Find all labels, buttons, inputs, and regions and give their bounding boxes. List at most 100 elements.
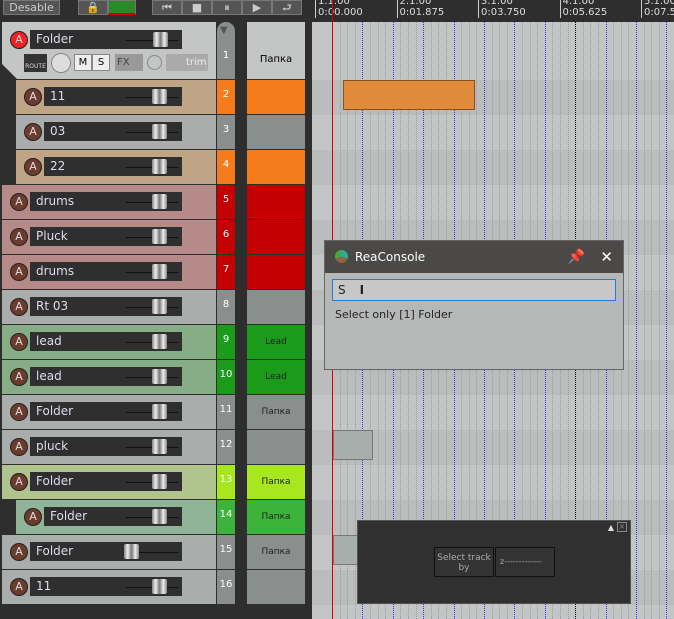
timeline-ruler[interactable]: 1.1.00 0:00.000 2.1.00 0:01.875 3.1.00 0:03.7… (312, 0, 674, 22)
track-lane[interactable] (312, 150, 674, 185)
track-number: 13 (217, 465, 235, 499)
record-arm-button[interactable]: A (10, 403, 28, 421)
track-10[interactable]: A lead 10 Lead (0, 360, 305, 395)
track-number: 5 (217, 185, 235, 219)
ruler-marker: 2.1.00 0:01.875 (396, 0, 445, 18)
time-label: 0:05.625 (562, 7, 608, 18)
track-icon: Папка (247, 395, 305, 429)
track-lane[interactable] (312, 395, 674, 430)
track-15[interactable]: A Folder 15 Папка (0, 535, 305, 570)
track-lane[interactable] (312, 115, 674, 150)
record-arm-button[interactable]: A (10, 193, 28, 211)
track-4[interactable]: A 22 4 (0, 150, 305, 185)
record-arm-button[interactable]: A (10, 473, 28, 491)
track-icon (247, 570, 305, 604)
volume-fader[interactable] (152, 334, 167, 349)
track-icon: Папка (247, 500, 305, 534)
track-number: 12 (217, 430, 235, 464)
command-input[interactable]: SI (332, 279, 616, 301)
record-arm-button[interactable]: A (10, 543, 28, 561)
close-icon[interactable]: ✕ (600, 241, 613, 273)
pin-icon[interactable]: 📌 (568, 241, 585, 273)
grid-line (658, 22, 660, 619)
track-13[interactable]: A Folder 13 Папка (0, 465, 305, 500)
desable-button[interactable]: Desable (3, 0, 60, 15)
volume-fader[interactable] (152, 369, 167, 384)
track-11[interactable]: A Folder 11 Папка (0, 395, 305, 430)
record-arm-button[interactable]: A (10, 438, 28, 456)
route-button[interactable]: ROUTE (24, 54, 47, 72)
record-arm-button[interactable]: A (10, 333, 28, 351)
volume-fader[interactable] (152, 159, 167, 174)
command-input-value: S (338, 283, 346, 297)
volume-fader[interactable] (153, 32, 168, 47)
track-14[interactable]: A Folder 14 Папка (0, 500, 305, 535)
volume-fader[interactable] (152, 264, 167, 279)
reaconsole-titlebar[interactable]: ReaConsole 📌 ✕ (325, 241, 623, 273)
track-number: 14 (217, 500, 235, 534)
solo-button[interactable]: S (92, 54, 110, 71)
close-icon[interactable]: × (617, 522, 627, 532)
record-arm-button[interactable]: A (24, 158, 42, 176)
fx-button[interactable]: FX (115, 54, 143, 71)
pause-icon[interactable]: ⏸ (212, 0, 242, 15)
pin-icon[interactable]: ▲ (608, 523, 614, 532)
lock-icon[interactable]: 🔒 (78, 0, 108, 15)
track-number: 9 (217, 325, 235, 359)
go-start-icon[interactable]: ⏮ (152, 0, 182, 15)
volume-fader[interactable] (124, 544, 139, 559)
reaconsole-window: ReaConsole 📌 ✕ SI Select only [1] Folder (324, 240, 624, 370)
track-number: 11 (217, 395, 235, 429)
pan-knob[interactable] (51, 53, 71, 73)
volume-fader[interactable] (152, 404, 167, 419)
track-7[interactable]: A drums 7 (0, 255, 305, 290)
record-arm-button[interactable]: A (10, 228, 28, 246)
record-arm-button[interactable]: A (10, 368, 28, 386)
volume-fader[interactable] (152, 439, 167, 454)
time-label: 0:01.875 (399, 7, 445, 18)
record-arm-button[interactable]: A (10, 578, 28, 596)
volume-fader[interactable] (152, 89, 167, 104)
volume-fader[interactable] (152, 579, 167, 594)
track-5[interactable]: A drums 5 (0, 185, 305, 220)
repeat-icon[interactable]: ⮐ (272, 0, 302, 15)
stop-icon[interactable]: ■ (182, 0, 212, 15)
track-2[interactable]: A 11 2 (0, 80, 305, 115)
bar-label: 5.1.00 (644, 0, 674, 7)
track-8[interactable]: A Rt 03 8 (0, 290, 305, 325)
track-lane[interactable] (312, 185, 674, 220)
phase-icon[interactable] (147, 55, 162, 70)
record-arm-button[interactable]: A (10, 263, 28, 281)
record-arm-button[interactable]: A (24, 508, 42, 526)
criteria-field[interactable]: z------------- (495, 547, 555, 577)
track-icon: Lead (247, 360, 305, 394)
text-cursor-icon: I (359, 283, 365, 297)
record-arm-button[interactable]: A (10, 31, 28, 49)
track-9[interactable]: A lead 9 Lead (0, 325, 305, 360)
volume-fader[interactable] (152, 124, 167, 139)
volume-fader[interactable] (152, 229, 167, 244)
play-icon[interactable]: ▶ (242, 0, 272, 15)
track-16[interactable]: A 11 16 (0, 570, 305, 605)
track-1-folder[interactable]: A Folder ROUTE M S FX trim 1 ▼ Папка (0, 22, 305, 80)
track-lane[interactable] (312, 465, 674, 500)
time-label: 0:07.500 (644, 7, 674, 18)
folder-collapse-icon[interactable]: ▼ (220, 25, 228, 36)
trim-button[interactable]: trim (166, 54, 208, 71)
record-arm-button[interactable]: A (10, 298, 28, 316)
track-icon (247, 185, 305, 219)
track-12[interactable]: A pluck 12 (0, 430, 305, 465)
media-item[interactable] (333, 430, 373, 460)
volume-fader[interactable] (152, 509, 167, 524)
mute-button[interactable]: M (74, 54, 92, 71)
snap-icon[interactable] (108, 0, 136, 15)
record-arm-button[interactable]: A (24, 123, 42, 141)
select-track-by-button[interactable]: Select track by (434, 547, 494, 577)
volume-fader[interactable] (152, 474, 167, 489)
record-arm-button[interactable]: A (24, 88, 42, 106)
track-3[interactable]: A 03 3 (0, 115, 305, 150)
volume-fader[interactable] (152, 194, 167, 209)
volume-fader[interactable] (152, 299, 167, 314)
track-6[interactable]: A Pluck 6 (0, 220, 305, 255)
media-item[interactable] (343, 80, 475, 110)
